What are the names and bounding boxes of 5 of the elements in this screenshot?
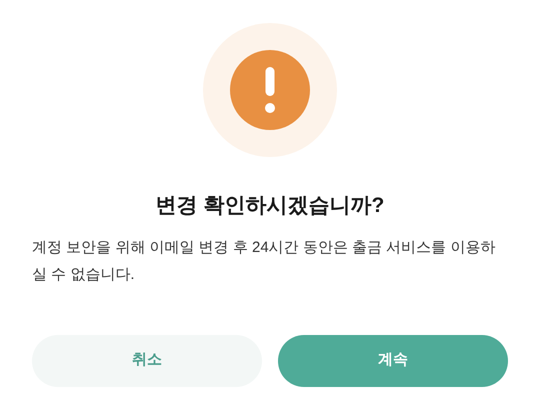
dialog-title: 변경 확인하시겠습니까? <box>156 193 384 219</box>
dialog-message: 계정 보안을 위해 이메일 변경 후 24시간 동안은 출금 서비스를 이용하실 수 없습니다. <box>32 238 496 284</box>
continue-button[interactable]: 계속 <box>278 334 508 386</box>
cancel-button[interactable]: 취소 <box>32 334 262 386</box>
warning-icon <box>203 23 337 157</box>
